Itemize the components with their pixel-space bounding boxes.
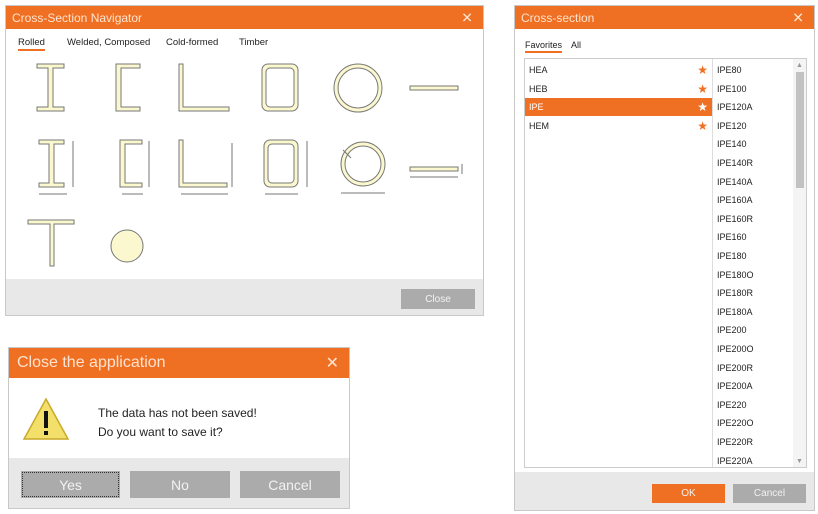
cancel-button[interactable]: Cancel bbox=[240, 471, 340, 498]
close-icon[interactable]: ✕ bbox=[792, 9, 804, 26]
section-item[interactable]: IPE160A bbox=[717, 191, 753, 209]
section-item[interactable]: IPE120 bbox=[717, 117, 747, 135]
shape-grid[interactable] bbox=[6, 56, 485, 281]
message-line-2: Do you want to save it? bbox=[98, 425, 223, 439]
channel-shape bbox=[115, 63, 141, 112]
star-icon[interactable]: ★ bbox=[697, 63, 708, 77]
cross-section-navigator-window: Cross-Section Navigator ✕ Rolled Welded,… bbox=[5, 5, 484, 316]
star-icon[interactable]: ★ bbox=[697, 119, 708, 133]
scrollbar[interactable]: ▲ ▼ bbox=[793, 59, 806, 467]
section-list-box: HEA ★ HEB ★ IPE ★ HEM ★ IPE80 IPE100 IPE120A IPE12… bbox=[524, 58, 807, 468]
window-title: Cross-section bbox=[521, 10, 595, 25]
scroll-thumb[interactable] bbox=[796, 72, 804, 188]
favorite-item[interactable]: IPE ★ bbox=[525, 98, 712, 117]
ok-button[interactable]: OK bbox=[652, 484, 725, 503]
section-item[interactable]: IPE200R bbox=[717, 359, 753, 377]
i-beam-dimensioned-shape bbox=[38, 139, 74, 195]
close-application-dialog: Close the application ✕ The data has not… bbox=[8, 347, 350, 509]
close-icon[interactable]: ✕ bbox=[461, 9, 473, 26]
title-bar: Cross-section ✕ bbox=[515, 6, 814, 29]
favorite-item[interactable]: HEM ★ bbox=[525, 117, 712, 135]
favorite-item[interactable]: HEB ★ bbox=[525, 80, 712, 98]
tab-all[interactable]: All bbox=[571, 40, 581, 50]
flat-bar-shape bbox=[409, 85, 459, 91]
i-beam-shape bbox=[36, 63, 65, 112]
close-button[interactable]: Close bbox=[401, 289, 475, 309]
favorite-label: IPE bbox=[529, 102, 544, 113]
section-item[interactable]: IPE180R bbox=[717, 284, 753, 302]
round-bar-shape bbox=[110, 229, 144, 263]
section-item[interactable]: IPE200O bbox=[717, 340, 754, 358]
angle-shape bbox=[178, 63, 230, 112]
section-item[interactable]: IPE180O bbox=[717, 266, 754, 284]
scroll-down-icon[interactable]: ▼ bbox=[796, 458, 803, 465]
section-item[interactable]: IPE220 bbox=[717, 396, 747, 414]
section-item[interactable]: IPE80 bbox=[717, 61, 742, 79]
t-section-shape bbox=[27, 219, 75, 267]
section-item[interactable]: IPE180A bbox=[717, 303, 753, 321]
circular-hollow-dimensioned-shape bbox=[340, 141, 386, 194]
tab-rolled[interactable]: Rolled bbox=[18, 37, 45, 51]
section-item[interactable]: IPE100 bbox=[717, 80, 747, 98]
favorite-label: HEA bbox=[529, 65, 548, 75]
tab-favorites[interactable]: Favorites bbox=[525, 40, 563, 53]
tab-welded-composed[interactable]: Welded, Composed bbox=[67, 37, 150, 48]
favorite-label: HEM bbox=[529, 120, 549, 131]
message-line-1: The data has not been saved! bbox=[98, 406, 257, 420]
flat-bar-dimensioned-shape bbox=[409, 164, 463, 178]
cross-section-window: Cross-section ✕ Favorites All HEA ★ HEB ★ IP… bbox=[514, 5, 815, 511]
section-item[interactable]: IPE140 bbox=[717, 135, 747, 153]
angle-dimensioned-shape bbox=[178, 139, 233, 195]
tab-timber[interactable]: Timber bbox=[239, 37, 268, 48]
favorites-list: HEA ★ HEB ★ IPE ★ HEM ★ bbox=[525, 59, 713, 467]
section-item[interactable]: IPE200A bbox=[717, 377, 753, 395]
section-item[interactable]: IPE120A bbox=[717, 98, 753, 116]
yes-button[interactable]: Yes bbox=[21, 471, 120, 498]
star-icon[interactable]: ★ bbox=[697, 82, 708, 96]
warning-icon bbox=[22, 397, 70, 440]
channel-dimensioned-shape bbox=[119, 139, 150, 195]
rectangular-hollow-dimensioned-shape bbox=[263, 139, 308, 195]
circular-hollow-shape bbox=[333, 63, 383, 113]
favorite-label: HEB bbox=[529, 83, 548, 94]
title-bar: Cross-Section Navigator ✕ bbox=[6, 6, 483, 29]
tab-cold-formed[interactable]: Cold-formed bbox=[166, 37, 218, 48]
section-item[interactable]: IPE200 bbox=[717, 321, 747, 339]
section-item[interactable]: IPE220A bbox=[717, 452, 753, 470]
rectangular-hollow-shape bbox=[261, 63, 299, 112]
section-item[interactable]: IPE220R bbox=[717, 433, 753, 451]
star-icon[interactable]: ★ bbox=[697, 100, 708, 114]
scroll-up-icon[interactable]: ▲ bbox=[796, 62, 803, 69]
section-item[interactable]: IPE180 bbox=[717, 247, 747, 265]
no-button[interactable]: No bbox=[130, 471, 230, 498]
cancel-button[interactable]: Cancel bbox=[733, 484, 806, 503]
close-icon[interactable]: ✕ bbox=[326, 353, 339, 373]
section-item[interactable]: IPE140A bbox=[717, 173, 753, 191]
sections-list: IPE80 IPE100 IPE120A IPE120 IPE140 IPE140R IPE… bbox=[713, 59, 793, 467]
window-title: Cross-Section Navigator bbox=[12, 10, 143, 25]
section-item[interactable]: IPE220O bbox=[717, 414, 754, 432]
section-item[interactable]: IPE160 bbox=[717, 228, 747, 246]
section-item[interactable]: IPE160R bbox=[717, 210, 753, 228]
favorite-item[interactable]: HEA ★ bbox=[525, 61, 712, 79]
title-bar: Close the application ✕ bbox=[9, 348, 349, 378]
section-item[interactable]: IPE140R bbox=[717, 154, 753, 172]
dialog-title: Close the application bbox=[17, 354, 166, 371]
